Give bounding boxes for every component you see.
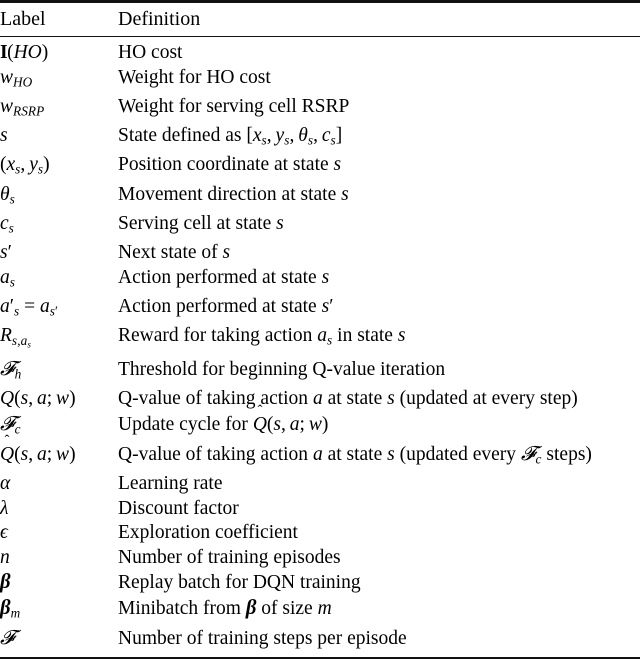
row-definition-action-next: Action performed at state s′ <box>118 295 334 317</box>
row-definition-epsilon: Exploration coefficient <box>118 522 298 544</box>
row-label-episodes: n <box>0 546 10 568</box>
table-row: θs Movement direction at state s <box>0 183 640 212</box>
notation-table-figure: Label Definition I(HO) HO cost wHO Weigh… <box>0 0 640 659</box>
table-row: a′s = as′ Action performed at state s′ <box>0 295 640 324</box>
table-row: βm Minibatch from β of size m <box>0 596 640 626</box>
row-label-target-q: Q̂(s, a; w) <box>0 443 76 465</box>
row-definition-serving-cell: Serving cell at state s <box>118 212 284 234</box>
row-definition-update-cycle: Update cycle for Q̂(s, a; w) <box>118 413 329 435</box>
table-row: 𝓕h Threshold for beginning Q-value itera… <box>0 357 640 387</box>
notation-table: Label Definition I(HO) HO cost wHO Weigh… <box>0 0 640 659</box>
row-definition-action: Action performed at state s <box>118 266 330 288</box>
table-row: s′ Next state of s <box>0 241 640 266</box>
row-definition-reward: Reward for taking action as in state s <box>118 325 406 348</box>
row-label-w-ho: wHO <box>0 66 33 90</box>
row-label-w-rsrp: wRSRP <box>0 95 45 119</box>
row-definition-theta: Movement direction at state s <box>118 183 349 205</box>
row-label-discount-factor: λ <box>0 497 9 519</box>
row-label-steps-per-episode: 𝓕 <box>0 626 118 659</box>
row-label-theta: θs <box>0 183 15 207</box>
column-header-label: Label <box>0 0 118 37</box>
row-label-action: as <box>0 266 16 290</box>
table-row: as Action performed at state s <box>0 266 640 295</box>
row-definition-steps-per-episode: Number of training steps per episode <box>118 626 640 659</box>
table-body: I(HO) HO cost wHO Weight for HO cost wRS… <box>0 37 640 659</box>
table-row: 𝓕c Update cycle for Q̂(s, a; w) <box>0 412 640 442</box>
row-label-next-state: s′ <box>0 242 12 264</box>
table-row: n Number of training episodes <box>0 546 640 571</box>
row-definition-next-state: Next state of s <box>118 242 231 264</box>
table-row: β Replay batch for DQN training <box>0 570 640 596</box>
table-row: Q(s, a; w) Q-value of taking action a at… <box>0 387 640 412</box>
row-definition-position: Position coordinate at state s <box>118 154 342 176</box>
table-row: Q̂(s, a; w) Q-value of taking action a a… <box>0 442 640 472</box>
row-label-minibatch: βm <box>0 596 21 621</box>
row-definition-learning-rate: Learning rate <box>118 473 223 495</box>
table-row: α Learning rate <box>0 472 640 497</box>
table-row: Rs,as Reward for taking action as in sta… <box>0 324 640 357</box>
row-label-q-function: Q(s, a; w) <box>0 388 76 410</box>
row-label-indicator-ho: I(HO) <box>0 42 49 63</box>
row-definition-minibatch: Minibatch from β of size m <box>118 596 332 619</box>
row-definition-episodes: Number of training episodes <box>118 546 341 568</box>
row-label-state: s <box>0 125 8 147</box>
row-label-action-next: a′s = as′ <box>0 295 59 319</box>
table-row: (xs, ys) Position coordinate at state s <box>0 153 640 182</box>
table-row: 𝓕 Number of training steps per episode <box>0 626 640 659</box>
row-label-learning-rate: α <box>0 473 11 495</box>
row-label-threshold: 𝓕h <box>0 356 22 382</box>
row-definition-indicator-ho: HO cost <box>118 42 183 63</box>
row-definition-discount-factor: Discount factor <box>118 497 239 519</box>
row-definition-w-rsrp: Weight for serving cell RSRP <box>118 95 350 117</box>
table-row: I(HO) HO cost <box>0 37 640 66</box>
table-row: cs Serving cell at state s <box>0 212 640 241</box>
row-label-epsilon: ϵ <box>0 522 8 544</box>
row-label-reward: Rs,as <box>0 325 31 350</box>
table-header: Label Definition <box>0 0 640 37</box>
table-row: s State defined as [xs, ys, θs, cs] <box>0 124 640 153</box>
row-definition-w-ho: Weight for HO cost <box>118 66 271 88</box>
row-definition-threshold: Threshold for beginning Q-value iteratio… <box>118 358 446 380</box>
row-definition-target-q: Q-value of taking action a at state s (u… <box>118 441 592 467</box>
row-definition-state: State defined as [xs, ys, θs, cs] <box>118 125 343 148</box>
table-row: wHO Weight for HO cost <box>0 66 640 95</box>
column-header-definition: Definition <box>118 0 640 37</box>
row-definition-replay-batch: Replay batch for DQN training <box>118 572 361 594</box>
row-label-serving-cell: cs <box>0 212 14 236</box>
row-label-update-cycle: 𝓕c <box>0 411 21 437</box>
table-row: λ Discount factor <box>0 497 640 522</box>
row-label-replay-batch: β <box>0 571 11 594</box>
table-row: ϵ Exploration coefficient <box>0 521 640 546</box>
row-label-position: (xs, ys) <box>0 154 50 177</box>
row-definition-q-function: Q-value of taking action a at state s (u… <box>118 388 578 410</box>
table-row: wRSRP Weight for serving cell RSRP <box>0 95 640 124</box>
